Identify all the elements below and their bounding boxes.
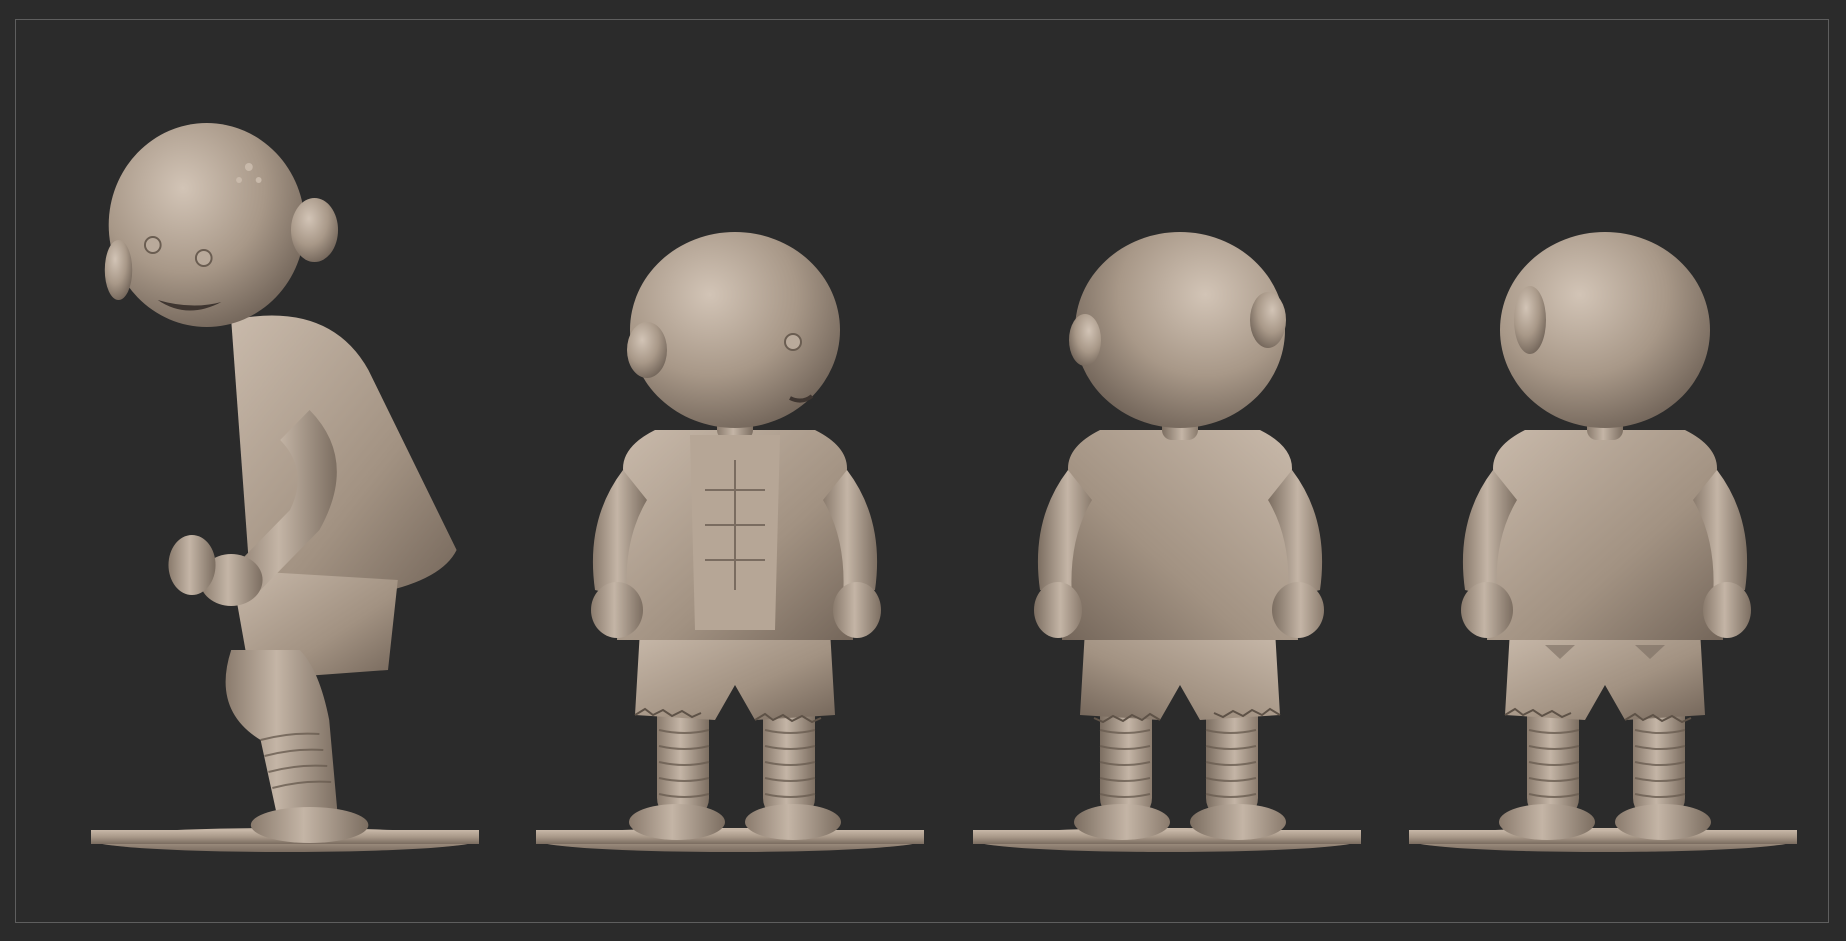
figure-view-three-quarter-front — [590, 231, 882, 841]
figure-view-back — [1460, 231, 1752, 841]
turnaround-render — [91, 123, 1797, 852]
sculpt-viewport — [0, 0, 1846, 941]
figure-view-side-left — [104, 123, 457, 843]
figure-view-three-quarter-back — [1033, 231, 1325, 841]
